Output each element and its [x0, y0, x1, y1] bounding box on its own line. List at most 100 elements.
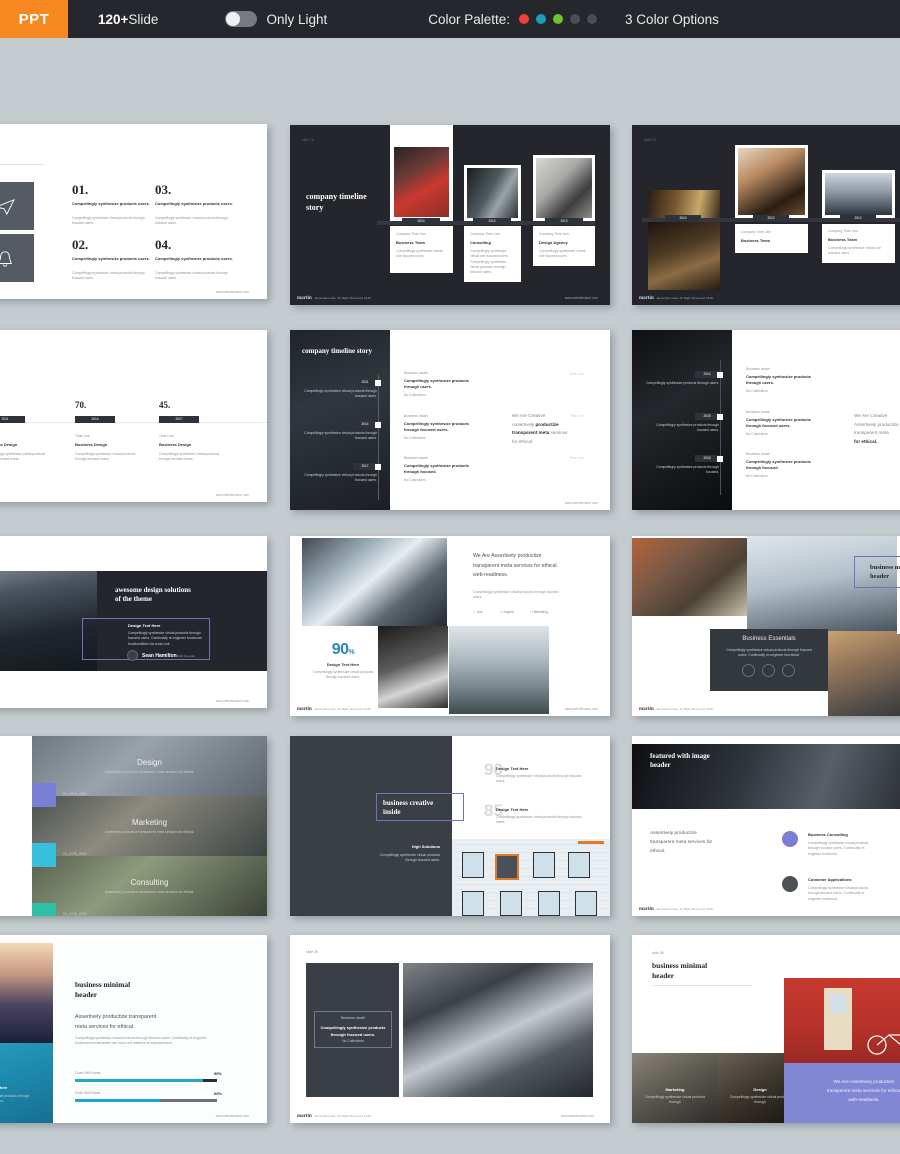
slide-thumb-featured-with-image-header[interactable]: featured with imageheader Assertively pr… — [632, 736, 900, 916]
feature-body-4: Compellingly synthesize virtual products… — [155, 271, 235, 282]
s12-feature-title-3: Customer Applications — [808, 877, 852, 883]
s5-entry-sub-2: No Collections — [404, 436, 426, 441]
slide-thumb-business-creative-inside[interactable]: business creativeinside High Solutions C… — [290, 736, 610, 916]
s7-header: awesome design solutionsof the theme — [115, 586, 245, 605]
slide-thumb-company-timeline-split[interactable]: company timeline story Time Line 2011 Co… — [290, 330, 610, 510]
rocket-icon — [782, 664, 795, 677]
gallery-body-3: Compellingly synthesize virtual one focu… — [828, 246, 888, 257]
s8-photo-portrait — [378, 626, 448, 708]
slide-thumb-percentage-timeline[interactable]: timeline 85. 2011 Time Line Business Des… — [0, 330, 267, 502]
s15-overlay-text: We Are Assertively productize transparen… — [790, 1077, 900, 1105]
gallery-image-card-2 — [735, 145, 808, 218]
s13-photo-mountain — [0, 943, 53, 1043]
s9-photo-canal — [828, 631, 900, 716]
s5-time-body-3: Compellingly synthesize virtual products… — [302, 473, 377, 484]
feature-body-1: Compellingly synthesize virtual products… — [72, 216, 152, 227]
s5-entry-title-1: Compellingly synthesize products through… — [404, 378, 474, 390]
stat-badge-1: 2011 — [0, 416, 25, 423]
s10-service-body-2: Assertively productize transparent meta … — [97, 830, 202, 835]
s8-footer-right: www.websitename.com — [565, 707, 598, 711]
s14-card-kicker: Business model — [318, 1016, 388, 1021]
gift-icon: ☐ — [500, 610, 503, 614]
slide-thumb-business-minimal-charts[interactable]: 🏛 Text Style Here Compellingly synthesiz… — [0, 935, 267, 1123]
star-icon: ☆ — [473, 610, 476, 614]
s8-meta-3[interactable]: ☐ Marketing — [530, 610, 548, 614]
slide-thumb-company-timeline-story[interactable]: slide 18 company timeline story 2010 Com… — [290, 125, 610, 305]
slide-thumb-business-minimal-bike[interactable]: slide 36 business minimalheader Marketin… — [632, 935, 900, 1123]
feature-title-2: Compellingly synthesize products users. — [72, 256, 152, 262]
slide5-footer-right: www.websitename.com — [565, 501, 598, 505]
palette-dot-green[interactable] — [553, 14, 563, 24]
timeline-body-3: Compellingly synthesize virtual one focu… — [539, 249, 589, 260]
slide3-brand: martinEssential mode. All Right Reserved… — [639, 296, 713, 301]
hexagon-icon-3 — [782, 876, 798, 892]
s13-footer-right: www.websitename.com — [216, 1114, 249, 1118]
s5-entry-kicker-1: Business model — [404, 371, 428, 376]
slide-thumb-timeline-split-dark[interactable]: Time Line 2014 Compellingly synthesize p… — [632, 330, 900, 510]
s13-bar-value-2: 60% — [214, 1091, 222, 1097]
s13-bar-fill-2 — [75, 1099, 160, 1102]
s5-time-year-2: 2014 — [353, 421, 377, 428]
s6-time-year-2: 2015 — [695, 413, 719, 420]
s6-quote: We Are Creative Assertively productize t… — [854, 412, 900, 447]
s9-side-header: business minimalheader — [870, 564, 900, 582]
bell-icon — [0, 249, 14, 269]
s14-card-title: Compellingly synthesize productsthrough … — [318, 1024, 388, 1038]
slide-thumb-awesome-design-solutions[interactable]: awesome design solutionsof the theme Des… — [0, 536, 267, 708]
slide-thumb-assertively-productize-gallery[interactable]: We Are Assertively productize transparen… — [290, 536, 610, 716]
s6-entry-title-2: Compellingly synthesize products through… — [746, 417, 816, 429]
s8-stat-title: Design Text Here — [312, 662, 374, 668]
color-palette-dots[interactable] — [519, 14, 597, 24]
slide-thumb-skateboard-feature[interactable]: slide 35 Business model Compellingly syn… — [290, 935, 610, 1123]
slide-thumb-business-essentials[interactable]: Business Essentials Compellingly synthes… — [632, 536, 900, 716]
palette-dot-gray-2[interactable] — [587, 14, 597, 24]
palette-dot-gray-1[interactable] — [570, 14, 580, 24]
s6-entry-sub-1: No Collections — [746, 389, 768, 394]
palette-dot-red[interactable] — [519, 14, 529, 24]
palette-dot-teal[interactable] — [536, 14, 546, 24]
image-icon-chip — [32, 783, 56, 807]
slide-thumb-services-stacked[interactable]: minimal Design Assertively productize tr… — [0, 736, 267, 916]
s13-bar-label-2: Chart Skill Name — [75, 1091, 100, 1096]
only-light-toggle[interactable] — [225, 11, 257, 27]
slide2-footer-right: www.websitename.com — [565, 296, 598, 300]
s8-meta-1[interactable]: ☆ Like — [473, 610, 483, 614]
slide-thumb-minimal-four-feature[interactable]: minimal 01. Compellingly synthesize prod… — [0, 124, 267, 299]
feature-title-4: Compellingly synthesize products users. — [155, 256, 235, 262]
s8-brand: martinEssential mode. All Right Reserved… — [297, 707, 371, 712]
slide-thumb-timeline-gallery[interactable]: slide 19 2010 2012 Company Time Line Bus… — [632, 125, 900, 305]
s6-entry-kicker-2: Business model — [746, 410, 770, 415]
s13-bar-label-1: Chart Skill Name — [75, 1071, 100, 1076]
s5-time-year-3: 2017 — [353, 463, 377, 470]
stat-value-3: 45. — [159, 400, 170, 410]
camera-icon-chip — [32, 843, 56, 867]
stat-title-1: Business Design — [0, 442, 17, 448]
stat-badge-2: 2014 — [75, 416, 115, 423]
feature-number-3: 03. — [155, 182, 171, 198]
feature-number-2: 02. — [72, 237, 88, 253]
s8-photo-buildings — [302, 538, 447, 626]
clock-icon — [742, 664, 755, 677]
s5-entry-kicker-2: Business model — [404, 414, 428, 419]
s11-stat-title-1: Design Text Here — [496, 766, 528, 772]
slide-count-label: Slide — [128, 12, 158, 27]
s14-photo — [403, 963, 593, 1097]
color-palette-group: Color Palette: — [428, 12, 597, 27]
s11-stat-body-1: Compellingly synthesize virtual products… — [496, 774, 588, 785]
s6-time-year-1: 2014 — [695, 371, 719, 378]
s8-meta-2[interactable]: ☐ Angela — [500, 610, 514, 614]
s5-time-year-1: 2011 — [353, 379, 377, 386]
timeline-title-1: Business Team — [396, 240, 448, 246]
slide2-label: slide 18 — [302, 138, 314, 143]
s6-entry-sub-3: No Collections — [746, 474, 768, 479]
s7-avatar — [127, 650, 138, 661]
feature-title-1: Compellingly synthesize products users. — [72, 201, 152, 207]
s13-bar-fill-1 — [75, 1079, 203, 1082]
s10-badge-1: 04_ICON_0001 — [63, 792, 87, 797]
stat-body-2: Compellingly synthesize virtual products… — [75, 452, 137, 463]
timeline-image-3 — [533, 155, 595, 221]
slide-count: 120+ Slide — [98, 12, 158, 27]
s8-photo-forest — [449, 626, 549, 714]
only-light-toggle-group[interactable]: Only Light — [225, 11, 327, 27]
ppt-logo: PPT — [0, 0, 68, 38]
